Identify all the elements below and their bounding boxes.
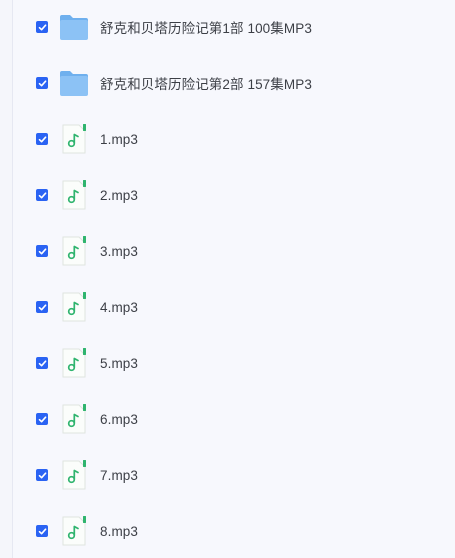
music-file-icon — [57, 234, 91, 268]
file-name[interactable]: 2.mp3 — [100, 188, 138, 203]
row-checkbox[interactable] — [36, 245, 48, 257]
file-row[interactable]: 舒克和贝塔历险记第1部 100集MP3 — [13, 7, 455, 47]
row-checkbox[interactable] — [36, 357, 48, 369]
file-name[interactable]: 7.mp3 — [100, 468, 138, 483]
file-row[interactable]: 2.mp3 — [13, 175, 455, 215]
file-row[interactable]: 4.mp3 — [13, 287, 455, 327]
row-checkbox[interactable] — [36, 469, 48, 481]
file-name[interactable]: 3.mp3 — [100, 244, 138, 259]
file-row[interactable]: 6.mp3 — [13, 399, 455, 439]
folder-icon — [57, 66, 91, 100]
music-file-icon — [57, 402, 91, 436]
row-checkbox[interactable] — [36, 189, 48, 201]
file-name[interactable]: 5.mp3 — [100, 356, 138, 371]
file-row[interactable]: 3.mp3 — [13, 231, 455, 271]
music-file-icon — [57, 514, 91, 548]
row-checkbox[interactable] — [36, 21, 48, 33]
file-row[interactable]: 7.mp3 — [13, 455, 455, 495]
music-file-icon — [57, 346, 91, 380]
file-row[interactable]: 1.mp3 — [13, 119, 455, 159]
row-checkbox[interactable] — [36, 525, 48, 537]
file-name[interactable]: 6.mp3 — [100, 412, 138, 427]
file-row[interactable]: 5.mp3 — [13, 343, 455, 383]
file-row[interactable]: 舒克和贝塔历险记第2部 157集MP3 — [13, 63, 455, 103]
music-file-icon — [57, 458, 91, 492]
file-name[interactable]: 舒克和贝塔历险记第1部 100集MP3 — [100, 17, 312, 37]
file-row[interactable]: 8.mp3 — [13, 511, 455, 551]
music-file-icon — [57, 178, 91, 212]
music-file-icon — [57, 290, 91, 324]
row-checkbox[interactable] — [36, 133, 48, 145]
file-name[interactable]: 1.mp3 — [100, 132, 138, 147]
file-name[interactable]: 8.mp3 — [100, 524, 138, 539]
music-file-icon — [57, 122, 91, 156]
row-checkbox[interactable] — [36, 413, 48, 425]
row-checkbox[interactable] — [36, 77, 48, 89]
file-name[interactable]: 4.mp3 — [100, 300, 138, 315]
file-name[interactable]: 舒克和贝塔历险记第2部 157集MP3 — [100, 73, 312, 93]
folder-icon — [57, 10, 91, 44]
row-checkbox[interactable] — [36, 301, 48, 313]
left-panel-edge — [0, 0, 13, 558]
